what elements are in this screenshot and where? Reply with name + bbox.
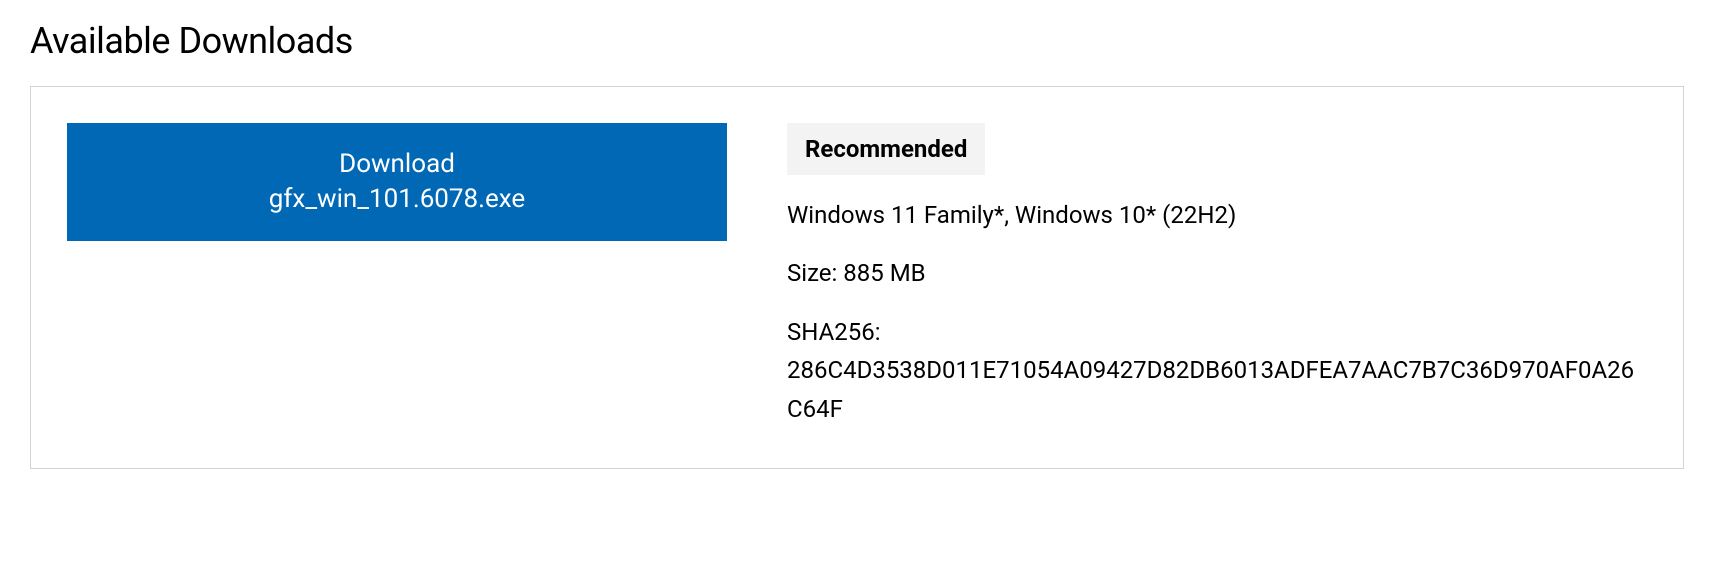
download-button[interactable]: Download gfx_win_101.6078.exe xyxy=(67,123,727,241)
os-support-text: Windows 11 Family*, Windows 10* (22H2) xyxy=(787,197,1647,233)
download-info: Recommended Windows 11 Family*, Windows … xyxy=(787,123,1647,428)
recommended-badge: Recommended xyxy=(787,123,985,175)
download-button-label: Download xyxy=(87,147,707,182)
size-text: Size: 885 MB xyxy=(787,255,1647,291)
download-button-filename: gfx_win_101.6078.exe xyxy=(87,182,707,217)
download-card: Download gfx_win_101.6078.exe Recommende… xyxy=(30,86,1684,469)
sha-block: SHA256: 286C4D3538D011E71054A09427D82DB6… xyxy=(787,313,1647,428)
sha-label: SHA256: xyxy=(787,313,1647,351)
section-title: Available Downloads xyxy=(30,20,1684,62)
sha-value: 286C4D3538D011E71054A09427D82DB6013ADFEA… xyxy=(787,351,1647,428)
